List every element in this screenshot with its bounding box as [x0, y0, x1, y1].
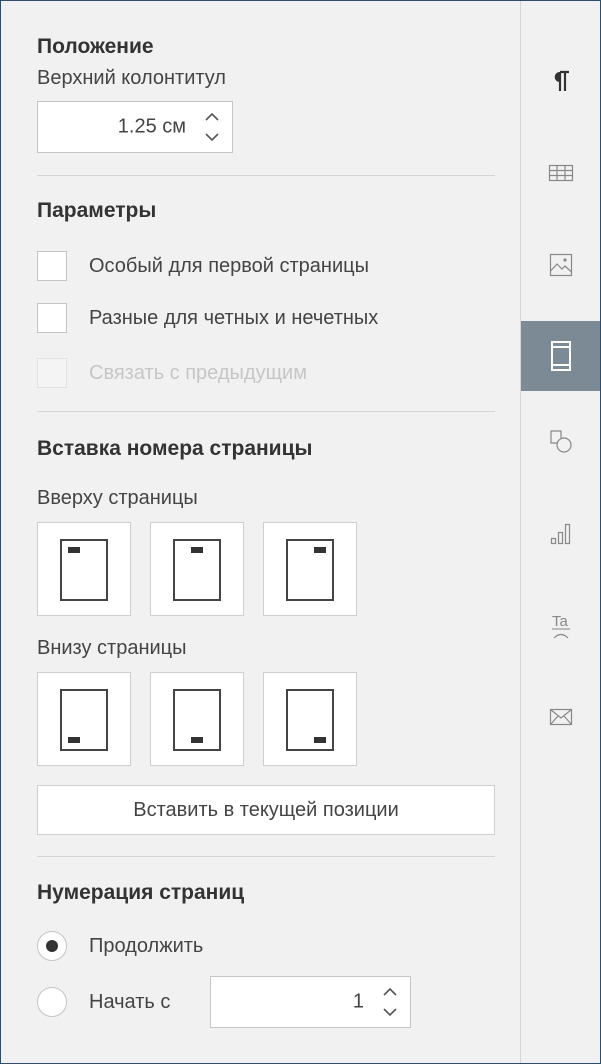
page-top-right-icon [286, 539, 334, 601]
header-offset-value: 1.25 см [117, 115, 186, 138]
page-bottom-right-icon [286, 689, 334, 751]
divider [37, 856, 495, 857]
table-icon [548, 164, 573, 182]
table-settings-button[interactable] [521, 139, 600, 207]
continue-numbering-option[interactable]: Продолжить [37, 931, 203, 961]
divider [37, 411, 495, 412]
page-number-top-right-button[interactable] [263, 522, 357, 616]
text-art-icon: Ta [551, 613, 570, 639]
page-number-bottom-left-button[interactable] [37, 672, 131, 766]
header-offset-label: Верхний колонтитул [37, 67, 226, 89]
chevron-up-down-icon [383, 987, 397, 1017]
page-top-center-icon [173, 539, 221, 601]
different-odd-even-checkbox[interactable] [37, 303, 67, 333]
chart-icon [550, 523, 570, 545]
paragraph-settings-button[interactable] [521, 47, 600, 115]
shape-settings-button[interactable] [521, 407, 600, 475]
continue-radio[interactable] [37, 931, 67, 961]
page-number-top-center-button[interactable] [150, 522, 244, 616]
page-numbering-heading: Нумерация страниц [37, 881, 245, 904]
insert-at-current-position-button[interactable]: Вставить в текущей позиции [37, 785, 495, 835]
start-at-option[interactable]: Начать с [37, 987, 170, 1017]
window-frame: Положение Верхний колонтитул 1.25 см Пар… [0, 0, 601, 1064]
spinner-arrows[interactable] [378, 980, 402, 1024]
page-number-bottom-right-button[interactable] [263, 672, 357, 766]
text-art-settings-button[interactable]: Ta [521, 591, 600, 659]
header-offset-spinner[interactable]: 1.25 см [37, 101, 233, 153]
page-bottom-center-icon [173, 689, 221, 751]
different-first-page-checkbox[interactable] [37, 251, 67, 281]
image-icon [549, 253, 572, 277]
different-odd-even-option[interactable]: Разные для четных и нечетных [37, 303, 378, 333]
shape-icon [549, 430, 572, 453]
page-number-bottom-center-button[interactable] [150, 672, 244, 766]
position-heading: Положение [37, 35, 154, 58]
header-footer-settings-panel: Положение Верхний колонтитул 1.25 см Пар… [1, 1, 520, 1063]
start-at-value: 1 [352, 990, 364, 1013]
different-first-page-option[interactable]: Особый для первой страницы [37, 251, 369, 281]
header-footer-settings-button[interactable] [521, 321, 600, 391]
link-to-previous-checkbox [37, 358, 67, 388]
paragraph-icon [554, 70, 569, 91]
different-odd-even-label: Разные для четных и нечетных [89, 306, 379, 329]
top-of-page-label: Вверху страницы [37, 487, 198, 509]
header-footer-icon [550, 341, 571, 371]
link-to-previous-option: Связать с предыдущим [37, 358, 307, 388]
link-to-previous-label: Связать с предыдущим [89, 361, 307, 384]
page-number-heading: Вставка номера страницы [37, 437, 313, 460]
page-top-left-icon [60, 539, 108, 601]
image-settings-button[interactable] [521, 231, 600, 299]
page-number-top-left-button[interactable] [37, 522, 131, 616]
mail-merge-settings-button[interactable] [521, 683, 600, 751]
start-at-label: Начать с [89, 990, 171, 1013]
params-heading: Параметры [37, 199, 157, 222]
svg-text:Ta: Ta [552, 613, 569, 630]
spinner-arrows[interactable] [200, 105, 224, 149]
start-at-spinner[interactable]: 1 [210, 976, 411, 1028]
bottom-of-page-label: Внизу страницы [37, 637, 187, 659]
page-bottom-left-icon [60, 689, 108, 751]
start-at-radio[interactable] [37, 987, 67, 1017]
chevron-up-down-icon [205, 112, 219, 142]
chart-settings-button[interactable] [521, 499, 600, 567]
continue-label: Продолжить [89, 934, 204, 957]
different-first-page-label: Особый для первой страницы [89, 254, 369, 277]
mail-merge-icon [549, 708, 572, 726]
right-toolbar: Ta [521, 1, 600, 1063]
divider [37, 175, 495, 176]
